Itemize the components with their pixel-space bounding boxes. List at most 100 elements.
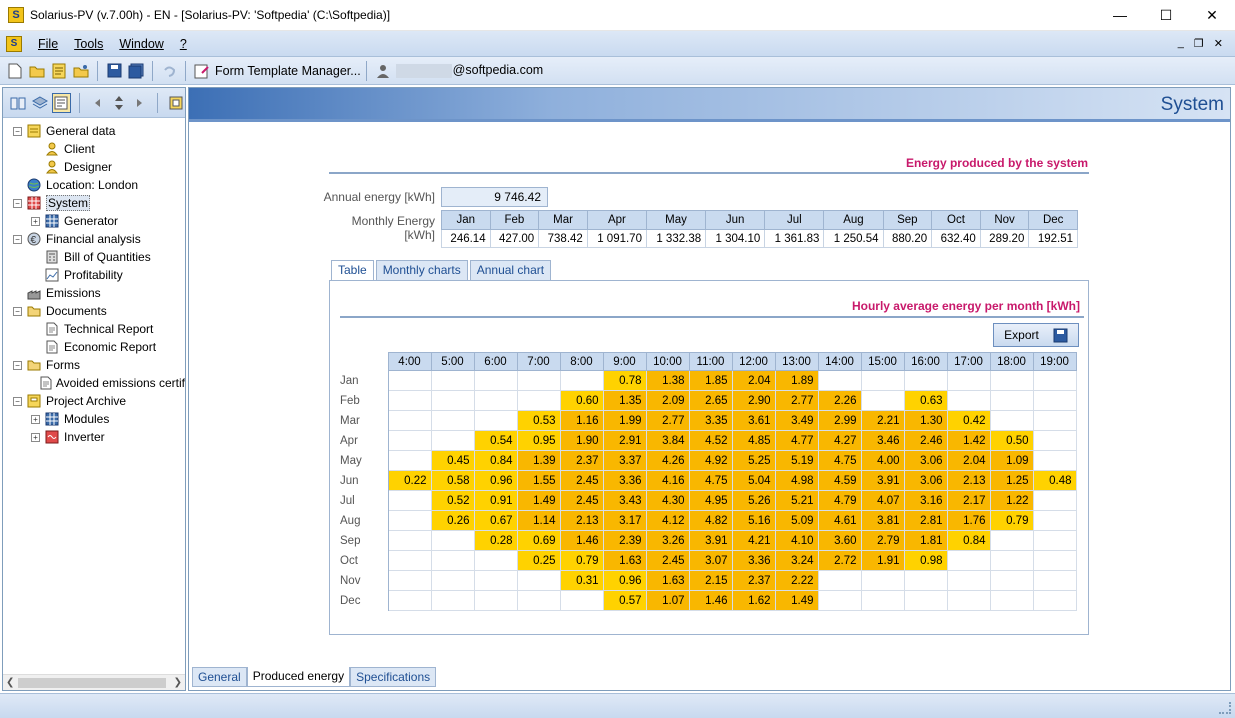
hourly-cell[interactable] [946, 570, 991, 591]
tree-item[interactable]: − € Financial analysis [3, 230, 185, 248]
hourly-cell[interactable]: 0.22 [387, 470, 432, 491]
hourly-cell[interactable]: 0.79 [559, 550, 604, 571]
hourly-cell[interactable] [387, 550, 432, 571]
hourly-cell[interactable]: 0.60 [559, 390, 604, 411]
hourly-cell[interactable]: 3.91 [688, 530, 733, 551]
hourly-cell[interactable] [430, 410, 475, 431]
hourly-cell[interactable]: 1.46 [559, 530, 604, 551]
hourly-cell[interactable]: 2.45 [559, 470, 604, 491]
hourly-cell[interactable]: 0.79 [989, 510, 1034, 531]
hourly-cell[interactable]: 2.39 [602, 530, 647, 551]
hourly-cell[interactable]: 1.07 [645, 590, 690, 611]
hourly-cell[interactable] [1032, 450, 1077, 471]
hourly-cell[interactable] [989, 370, 1034, 391]
hourly-cell[interactable]: 2.37 [559, 450, 604, 471]
hourly-cell[interactable]: 4.21 [731, 530, 776, 551]
hourly-cell[interactable] [387, 510, 432, 531]
hourly-cell[interactable]: 3.43 [602, 490, 647, 511]
hourly-cell[interactable]: 1.49 [516, 490, 561, 511]
scroll-right-icon[interactable]: ❯ [174, 677, 182, 688]
hourly-cell[interactable]: 3.46 [860, 430, 905, 451]
hourly-cell[interactable]: 5.04 [731, 470, 776, 491]
hourly-cell[interactable]: 3.60 [817, 530, 862, 551]
hourly-cell[interactable]: 0.25 [516, 550, 561, 571]
hourly-cell[interactable]: 2.15 [688, 570, 733, 591]
tree-item[interactable]: Emissions [3, 284, 185, 302]
hourly-cell[interactable]: 2.17 [946, 490, 991, 511]
hourly-cell[interactable] [903, 370, 948, 391]
hourly-cell[interactable]: 0.98 [903, 550, 948, 571]
hourly-cell[interactable]: 0.84 [946, 530, 991, 551]
hourly-cell[interactable] [817, 370, 862, 391]
hourly-cell[interactable]: 0.95 [516, 430, 561, 451]
form-template-icon[interactable] [193, 62, 211, 80]
hourly-cell[interactable]: 2.45 [645, 550, 690, 571]
hourly-cell[interactable]: 3.26 [645, 530, 690, 551]
mdi-minimize-button[interactable]: _ [1178, 37, 1184, 50]
export-button[interactable]: Export [993, 323, 1079, 347]
tree-horizontal-scrollbar[interactable]: ❮ ❯ [3, 674, 185, 690]
hourly-cell[interactable]: 1.99 [602, 410, 647, 431]
hourly-cell[interactable]: 0.91 [473, 490, 518, 511]
hourly-cell[interactable]: 0.58 [430, 470, 475, 491]
hourly-cell[interactable] [989, 410, 1034, 431]
hourly-cell[interactable]: 2.21 [860, 410, 905, 431]
hourly-cell[interactable]: 1.63 [645, 570, 690, 591]
hourly-cell[interactable]: 4.27 [817, 430, 862, 451]
hourly-cell[interactable] [1032, 490, 1077, 511]
new-file-icon[interactable] [6, 62, 24, 80]
hourly-cell[interactable]: 1.55 [516, 470, 561, 491]
hourly-cell[interactable] [516, 390, 561, 411]
hourly-cell[interactable]: 1.35 [602, 390, 647, 411]
hourly-cell[interactable]: 1.16 [559, 410, 604, 431]
hourly-cell[interactable]: 1.14 [516, 510, 561, 531]
hourly-cell[interactable]: 0.28 [473, 530, 518, 551]
menu-window[interactable]: Window [111, 37, 171, 51]
hourly-cell[interactable] [1032, 410, 1077, 431]
save-all-icon[interactable] [127, 62, 145, 80]
expand-icon[interactable]: + [31, 216, 40, 226]
hourly-cell[interactable]: 2.13 [559, 510, 604, 531]
tree-item[interactable]: Client [3, 140, 185, 158]
hourly-cell[interactable]: 0.26 [430, 510, 475, 531]
hourly-cell[interactable]: 2.04 [731, 370, 776, 391]
collapse-icon[interactable]: − [13, 126, 22, 136]
hourly-cell[interactable] [387, 450, 432, 471]
hourly-cell[interactable]: 1.30 [903, 410, 948, 431]
minimize-button[interactable]: — [1097, 0, 1143, 31]
hourly-cell[interactable] [989, 390, 1034, 411]
hourly-cell[interactable] [473, 590, 518, 611]
hourly-cell[interactable]: 2.45 [559, 490, 604, 511]
square-frame-icon[interactable] [166, 93, 185, 113]
hourly-cell[interactable]: 0.42 [946, 410, 991, 431]
hourly-cell[interactable]: 2.04 [946, 450, 991, 471]
hourly-cell[interactable]: 1.62 [731, 590, 776, 611]
hourly-cell[interactable] [473, 550, 518, 571]
maximize-button[interactable]: ☐ [1143, 0, 1189, 31]
tab-annual-chart[interactable]: Annual chart [469, 260, 552, 280]
hourly-cell[interactable] [516, 590, 561, 611]
hourly-cell[interactable] [989, 550, 1034, 571]
hourly-cell[interactable]: 3.81 [860, 510, 905, 531]
hourly-cell[interactable]: 4.52 [688, 430, 733, 451]
hourly-cell[interactable]: 5.26 [731, 490, 776, 511]
hourly-cell[interactable] [430, 570, 475, 591]
hourly-cell[interactable]: 2.65 [688, 390, 733, 411]
hourly-cell[interactable]: 0.96 [473, 470, 518, 491]
hourly-cell[interactable] [860, 370, 905, 391]
hourly-cell[interactable]: 3.06 [903, 470, 948, 491]
resize-grip[interactable] [1219, 702, 1231, 714]
hourly-cell[interactable]: 5.16 [731, 510, 776, 531]
hourly-cell[interactable]: 0.84 [473, 450, 518, 471]
hourly-cell[interactable]: 2.77 [645, 410, 690, 431]
hourly-cell[interactable] [387, 490, 432, 511]
collapse-icon[interactable]: − [13, 198, 22, 208]
notes-icon[interactable] [50, 62, 68, 80]
hourly-cell[interactable] [903, 570, 948, 591]
folder-star-icon[interactable] [72, 62, 90, 80]
hourly-cell[interactable]: 4.26 [645, 450, 690, 471]
hourly-cell[interactable]: 0.96 [602, 570, 647, 591]
hourly-cell[interactable] [516, 570, 561, 591]
hourly-cell[interactable] [860, 570, 905, 591]
tree-item[interactable]: Avoided emissions certif [3, 374, 185, 392]
